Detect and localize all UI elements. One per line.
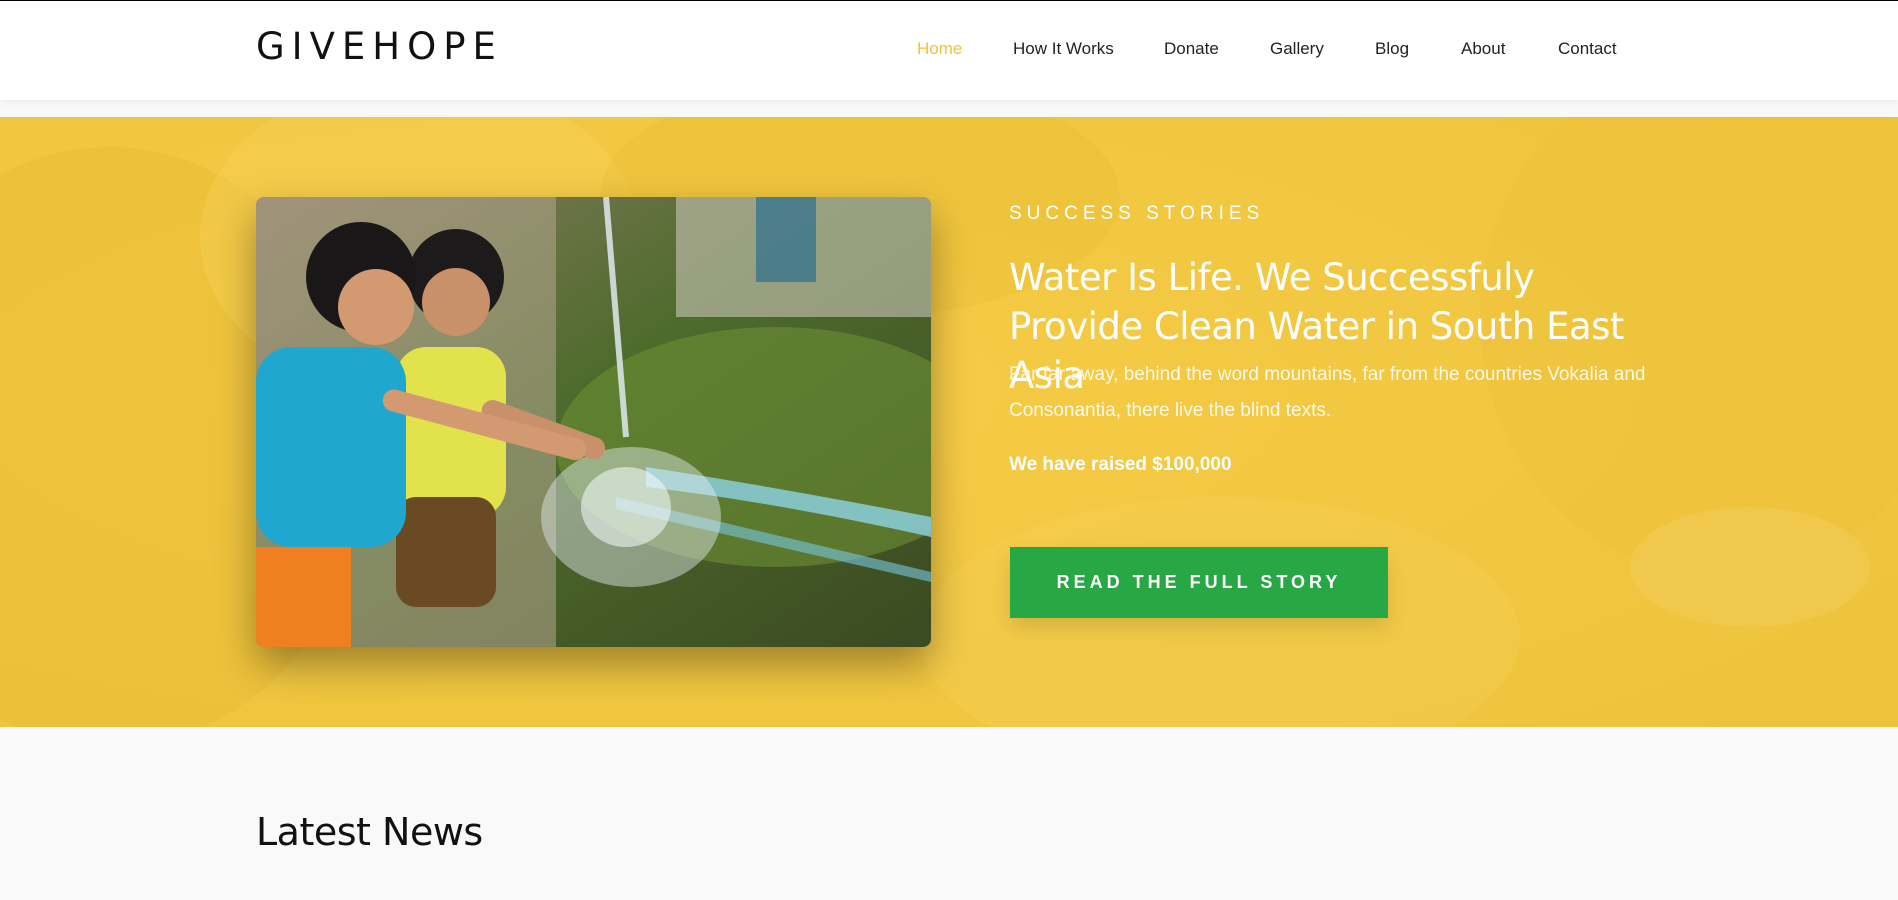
top-navbar: GIVEHOPE Home How It Works Donate Galler…: [0, 0, 1898, 100]
latest-news-heading: Latest News: [256, 810, 483, 854]
nav-item-contact[interactable]: Contact: [1558, 39, 1617, 59]
nav-item-home[interactable]: Home: [917, 39, 962, 59]
main-nav: Home How It Works Donate Gallery Blog Ab…: [0, 39, 1898, 63]
success-story-hero: SUCCESS STORIES Water Is Life. We Succes…: [0, 117, 1898, 727]
children-water-illustration: [256, 197, 931, 647]
nav-item-blog[interactable]: Blog: [1375, 39, 1409, 59]
amount-raised: We have raised $100,000: [1009, 454, 1232, 475]
nav-item-about[interactable]: About: [1461, 39, 1505, 59]
nav-item-gallery[interactable]: Gallery: [1270, 39, 1324, 59]
children-water-photo: [256, 197, 931, 647]
nav-item-how-it-works[interactable]: How It Works: [1013, 39, 1114, 59]
section-eyebrow: SUCCESS STORIES: [1009, 203, 1265, 224]
read-full-story-button[interactable]: READ THE FULL STORY: [1010, 547, 1388, 618]
story-description: Far far away, behind the word mountains,…: [1009, 364, 1646, 421]
nav-item-donate[interactable]: Donate: [1164, 39, 1219, 59]
